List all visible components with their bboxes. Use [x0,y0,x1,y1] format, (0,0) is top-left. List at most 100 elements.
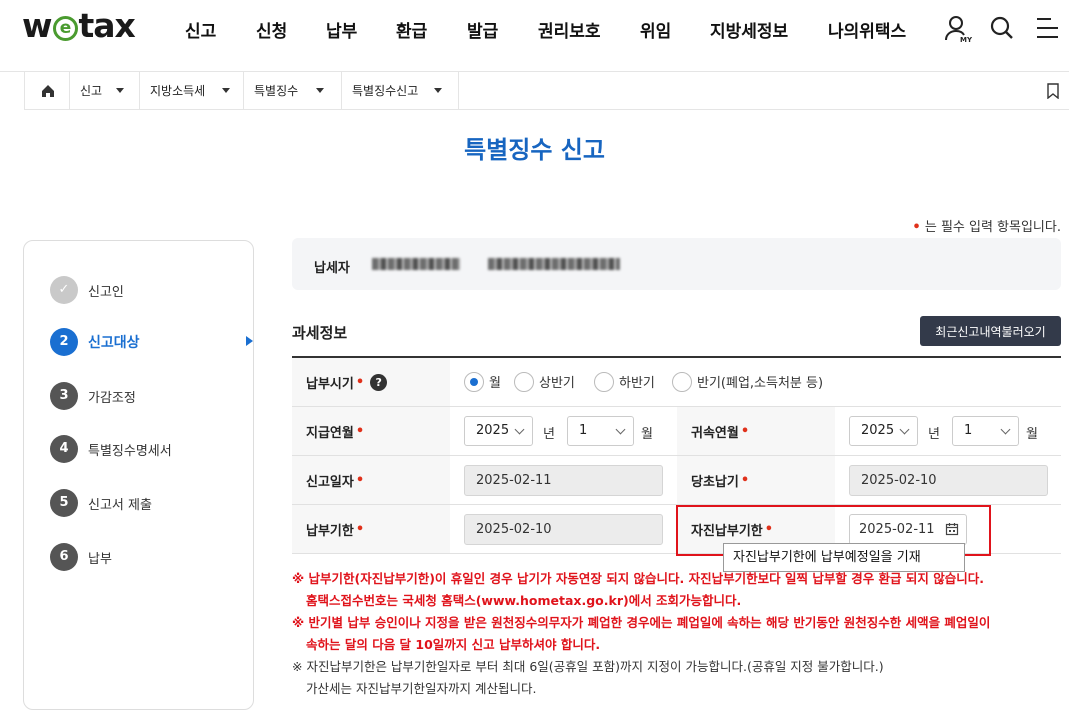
load-recent-report-button[interactable]: 최근신고내역불러오기 [920,316,1061,346]
menu-pay[interactable]: 납부 [326,17,357,42]
radio-selected-icon [464,372,484,392]
logo-circle-e: e [52,16,78,41]
step-number: 3 [50,382,78,410]
field-label: 당초납기 [691,474,739,490]
step-number: 6 [50,543,78,571]
field-label: 귀속연월 [691,425,739,441]
global-header: w e tax 신고 신청 납부 환급 발급 권리보호 위임 지방세정보 나의위택스… [0,0,1069,72]
field-label: 신고일자 [306,474,354,490]
field-label: 납부기한 [306,523,354,539]
step-label: 가감조정 [88,391,136,406]
form-row-yearmonth: 지급연월 • 2025 년 1 월 귀속연월 • 2025 년 1 월 [292,407,1061,456]
search-icon[interactable] [989,15,1019,45]
check-icon: ✓ [50,276,78,304]
chevron-down-icon [434,88,442,93]
form-row-dates: 신고일자 • 2025-02-11 당초납기 • 2025-02-10 [292,456,1061,505]
menu-my-wetax[interactable]: 나의위택스 [828,17,906,42]
breadcrumb-special-collection-report[interactable]: 특별징수신고 [342,72,459,110]
select-value: 2025 [861,423,895,438]
chevron-down-icon [222,88,230,93]
month-unit: 월 [641,427,653,442]
page-title: 특별징수 신고 [464,136,605,164]
notice-line: ※ 반기별 납부 승인이나 지정을 받은 원천징수의무자가 폐업한 경우에는 폐… [292,615,991,630]
pay-month-select[interactable]: 1 [567,416,634,446]
orig-due-label: 당초납기 • [677,456,835,504]
logo-text-w: w [22,6,52,45]
select-value: 2025 [476,423,510,438]
radio-half-closure[interactable]: 반기(폐업,소득처분 등) [672,372,823,392]
report-date-field: 2025-02-11 [464,465,663,496]
menu-refund[interactable]: 환급 [396,17,427,42]
breadcrumb-label: 특별징수 [254,84,299,98]
radio-monthly[interactable]: 월 [464,372,501,392]
bookmark-icon[interactable] [1047,83,1059,100]
notice-line: 속하는 달의 다음 달 10일까지 신고 납부하셔야 합니다. [306,637,601,652]
pay-ym-label: 지급연월 • [292,407,450,455]
radio-circle-icon [514,372,534,392]
required-mark: • [740,472,750,488]
year-unit: 년 [543,427,555,442]
redacted-id [488,258,620,270]
required-mark: • [740,423,750,439]
pay-year-select[interactable]: 2025 [464,416,533,446]
taxpayer-box: 납세자 [292,238,1061,290]
step-number: 2 [50,328,78,356]
due-date-field: 2025-02-10 [464,514,663,545]
taxpayer-label: 납세자 [314,261,350,276]
breadcrumb-label: 지방소득세 [150,84,206,98]
redacted-name [372,258,460,270]
breadcrumb-report[interactable]: 신고 [70,72,140,110]
required-note-text: 는 필수 입력 항목입니다. [924,220,1061,235]
notice-line: 홈택스접수번호는 국세청 홈택스(www.hometax.go.kr)에서 조회… [306,593,742,608]
menu-issue[interactable]: 발급 [467,17,498,42]
attr-year-select[interactable]: 2025 [849,416,918,446]
hamburger-menu-icon[interactable] [1036,17,1066,47]
menu-delegate[interactable]: 위임 [640,17,671,42]
notice-line: ※ 자진납부기한은 납부기한일자로 부터 최대 6일(공휴일 포함)까지 지정이… [292,659,884,674]
logo-text-tax: tax [78,6,136,45]
breadcrumb-local-income-tax[interactable]: 지방소득세 [140,72,244,110]
my-badge-text: MY [960,36,973,44]
breadcrumb-special-collection[interactable]: 특별징수 [244,72,342,110]
my-page-icon[interactable]: MY [943,14,973,44]
year-unit: 년 [928,427,940,442]
form-row-period: 납부시기 •? 월 상반기 하반기 반기(폐업,소득처분 등) [292,358,1061,407]
step-navigator: ✓ 신고인 2 신고대상 3 가감조정 4 특별징수명세서 5 신고서 제출 6 납부 [23,240,254,710]
breadcrumb-label: 특별징수신고 [352,84,419,98]
notice-line: ※ 납부기한(자진납부기한)이 휴일인 경우 납기가 자동연장 되지 않습니다.… [292,571,985,586]
required-mark: • [355,423,365,439]
period-label: 납부시기 •? [292,358,450,406]
field-label: 납부시기 [306,376,354,392]
radio-second-half[interactable]: 하반기 [594,372,655,392]
menu-rights[interactable]: 권리보호 [538,17,601,42]
report-date-label: 신고일자 • [292,456,450,504]
orig-due-field: 2025-02-10 [849,465,1048,496]
attr-month-select[interactable]: 1 [952,416,1019,446]
chevron-down-icon [1000,424,1011,435]
tax-info-form: 납부시기 •? 월 상반기 하반기 반기(폐업,소득처분 등) 지급연월 • 202… [292,356,1061,554]
radio-label: 상반기 [539,376,575,391]
step-label: 특별징수명세서 [88,444,172,459]
required-mark: • [355,374,365,390]
field-label: 지급연월 [306,425,354,441]
chevron-down-icon [116,88,124,93]
notice-list: ※ 납부기한(자진납부기한)이 휴일인 경우 납기가 자동연장 되지 않습니다.… [292,568,990,700]
select-value: 1 [579,423,588,438]
step-label: 신고인 [88,285,124,300]
radio-label: 월 [489,376,501,391]
step-label: 신고대상 [88,335,140,351]
home-icon[interactable] [24,72,70,110]
help-icon[interactable]: ? [370,373,388,391]
menu-apply[interactable]: 신청 [256,17,287,42]
radio-label: 반기(폐업,소득처분 등) [697,376,824,391]
radio-circle-icon [672,372,692,392]
wetax-logo[interactable]: w e tax [22,6,136,45]
notice-line: 가산세는 자진납부기한일자까지 계산됩니다. [306,681,537,696]
menu-local-tax-info[interactable]: 지방세정보 [710,17,788,42]
current-step-arrow-icon [246,336,253,346]
radio-first-half[interactable]: 상반기 [514,372,575,392]
menu-report[interactable]: 신고 [185,17,216,42]
section-title: 과세정보 [292,324,348,342]
step-number: 4 [50,435,78,463]
chevron-down-icon [316,88,324,93]
